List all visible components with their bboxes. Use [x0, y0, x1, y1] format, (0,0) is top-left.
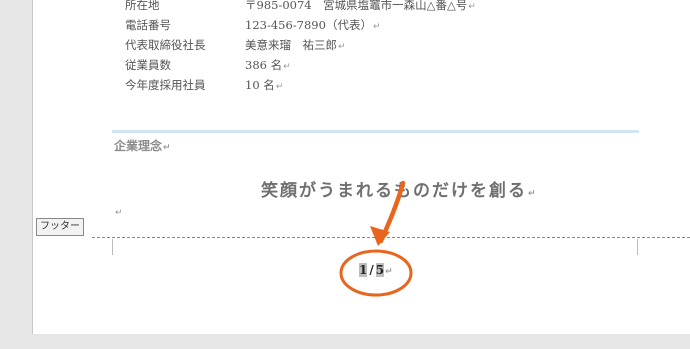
annotation-circle	[339, 249, 413, 297]
annotation-overlay	[339, 180, 413, 297]
